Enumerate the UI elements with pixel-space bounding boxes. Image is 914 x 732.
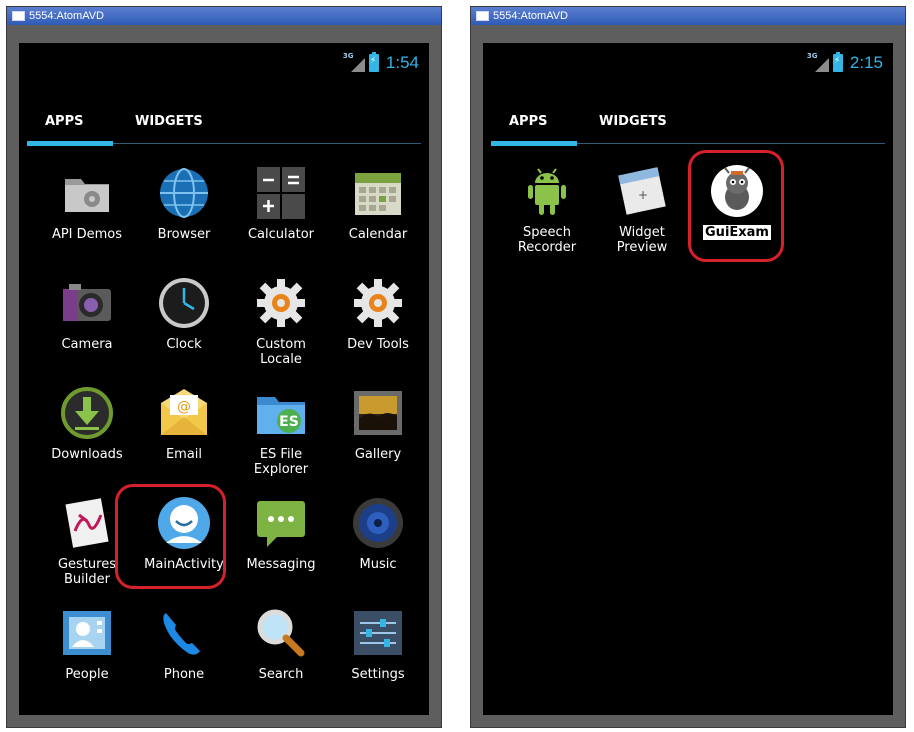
app-search[interactable]: Search — [231, 605, 331, 682]
tab-apps[interactable]: APPS — [509, 109, 547, 135]
svg-text:@: @ — [177, 399, 191, 415]
phone-icon — [156, 605, 212, 661]
app-label: Messaging — [246, 557, 316, 572]
app-label: Phone — [163, 667, 205, 682]
speaker-icon — [350, 495, 406, 551]
device-screen: 3G 2:15 APPS WIDGETS — [483, 43, 893, 715]
emulator-window-left: 5554:AtomAVD 3G 1:54 APPS WIDGETS — [6, 6, 442, 728]
sliders-icon — [350, 605, 406, 661]
app-people[interactable]: People — [37, 605, 137, 682]
message-icon — [253, 495, 309, 551]
folder-icon: ES — [253, 385, 309, 441]
app-label: Browser — [157, 227, 211, 242]
highlight-guiexam — [688, 150, 784, 262]
tab-widgets[interactable]: WIDGETS — [135, 109, 203, 135]
highlight-mainactivity — [115, 484, 226, 589]
app-label: Downloads — [51, 447, 123, 462]
app-calculator[interactable]: Calculator — [231, 165, 331, 242]
contact-card-icon — [59, 605, 115, 661]
widget-preview-icon: + — [614, 163, 670, 219]
battery-icon — [832, 52, 843, 72]
device-screen: 3G 1:54 APPS WIDGETS — [19, 43, 429, 715]
app-label: Widget Preview — [616, 225, 668, 255]
app-label: Search — [258, 667, 304, 682]
app-label: Settings — [351, 667, 405, 682]
app-email[interactable]: @ Email — [134, 385, 234, 462]
drawer-tabs: APPS WIDGETS — [483, 101, 893, 151]
app-es-file-explorer[interactable]: ES ES File Explorer — [231, 385, 331, 477]
emulator-window-right: 5554:AtomAVD 3G 2:15 APPS WIDGETS — [470, 6, 906, 728]
app-custom-locale[interactable]: Custom Locale — [231, 275, 331, 367]
gestures-icon — [59, 495, 115, 551]
gear-icon — [350, 275, 406, 331]
tab-widgets[interactable]: WIDGETS — [599, 109, 667, 135]
svg-text:+: + — [638, 188, 648, 202]
app-browser[interactable]: Browser — [134, 165, 234, 242]
app-messaging[interactable]: Messaging — [231, 495, 331, 572]
camera-icon — [59, 275, 115, 331]
app-gallery[interactable]: Gallery — [328, 385, 428, 462]
app-label: ES File Explorer — [253, 447, 309, 477]
app-label: Clock — [166, 337, 202, 352]
app-label: Custom Locale — [256, 337, 306, 367]
calendar-icon — [350, 165, 406, 221]
drawer-tabs: APPS WIDGETS — [19, 101, 429, 151]
tab-indicator — [491, 141, 577, 146]
calculator-icon — [253, 165, 309, 221]
signal-icon: 3G — [807, 52, 829, 72]
app-phone[interactable]: Phone — [134, 605, 234, 682]
app-speech-recorder[interactable]: Speech Recorder — [497, 163, 597, 255]
app-settings[interactable]: Settings — [328, 605, 428, 682]
magnifier-icon — [253, 605, 309, 661]
app-calendar[interactable]: Calendar — [328, 165, 428, 242]
app-label: Calendar — [348, 227, 408, 242]
app-clock[interactable]: Clock — [134, 275, 234, 352]
app-label: Music — [359, 557, 397, 572]
app-label: Camera — [61, 337, 113, 352]
tab-indicator — [27, 141, 113, 146]
globe-icon — [156, 165, 212, 221]
window-titlebar[interactable]: 5554:AtomAVD — [7, 7, 441, 25]
app-label: Calculator — [247, 227, 314, 242]
app-api-demos[interactable]: API Demos — [37, 165, 137, 242]
window-title: 5554:AtomAVD — [29, 10, 105, 22]
gear-icon — [253, 275, 309, 331]
app-music[interactable]: Music — [328, 495, 428, 572]
tab-apps[interactable]: APPS — [45, 109, 83, 135]
app-downloads[interactable]: Downloads — [37, 385, 137, 462]
battery-icon — [368, 52, 379, 72]
status-clock: 2:15 — [849, 53, 883, 72]
status-bar: 3G 1:54 — [343, 51, 419, 75]
app-label: People — [65, 667, 109, 682]
window-icon — [12, 11, 25, 21]
app-label: Dev Tools — [347, 337, 409, 352]
window-titlebar[interactable]: 5554:AtomAVD — [471, 7, 905, 25]
envelope-icon: @ — [156, 385, 212, 441]
signal-icon: 3G — [343, 52, 365, 72]
app-widget-preview[interactable]: + Widget Preview — [592, 163, 692, 255]
status-clock: 1:54 — [385, 53, 419, 72]
app-label: API Demos — [51, 227, 123, 242]
app-label: Speech Recorder — [517, 225, 577, 255]
download-icon — [59, 385, 115, 441]
window-title: 5554:AtomAVD — [493, 10, 569, 22]
svg-text:ES: ES — [279, 414, 299, 430]
window-icon — [476, 11, 489, 21]
app-camera[interactable]: Camera — [37, 275, 137, 352]
app-dev-tools[interactable]: Dev Tools — [328, 275, 428, 352]
gallery-icon — [350, 385, 406, 441]
app-label: Email — [165, 447, 203, 462]
app-label: Gallery — [354, 447, 402, 462]
clock-icon — [156, 275, 212, 331]
status-bar: 3G 2:15 — [807, 51, 883, 75]
folder-gear-icon — [59, 165, 115, 221]
android-icon — [519, 163, 575, 219]
